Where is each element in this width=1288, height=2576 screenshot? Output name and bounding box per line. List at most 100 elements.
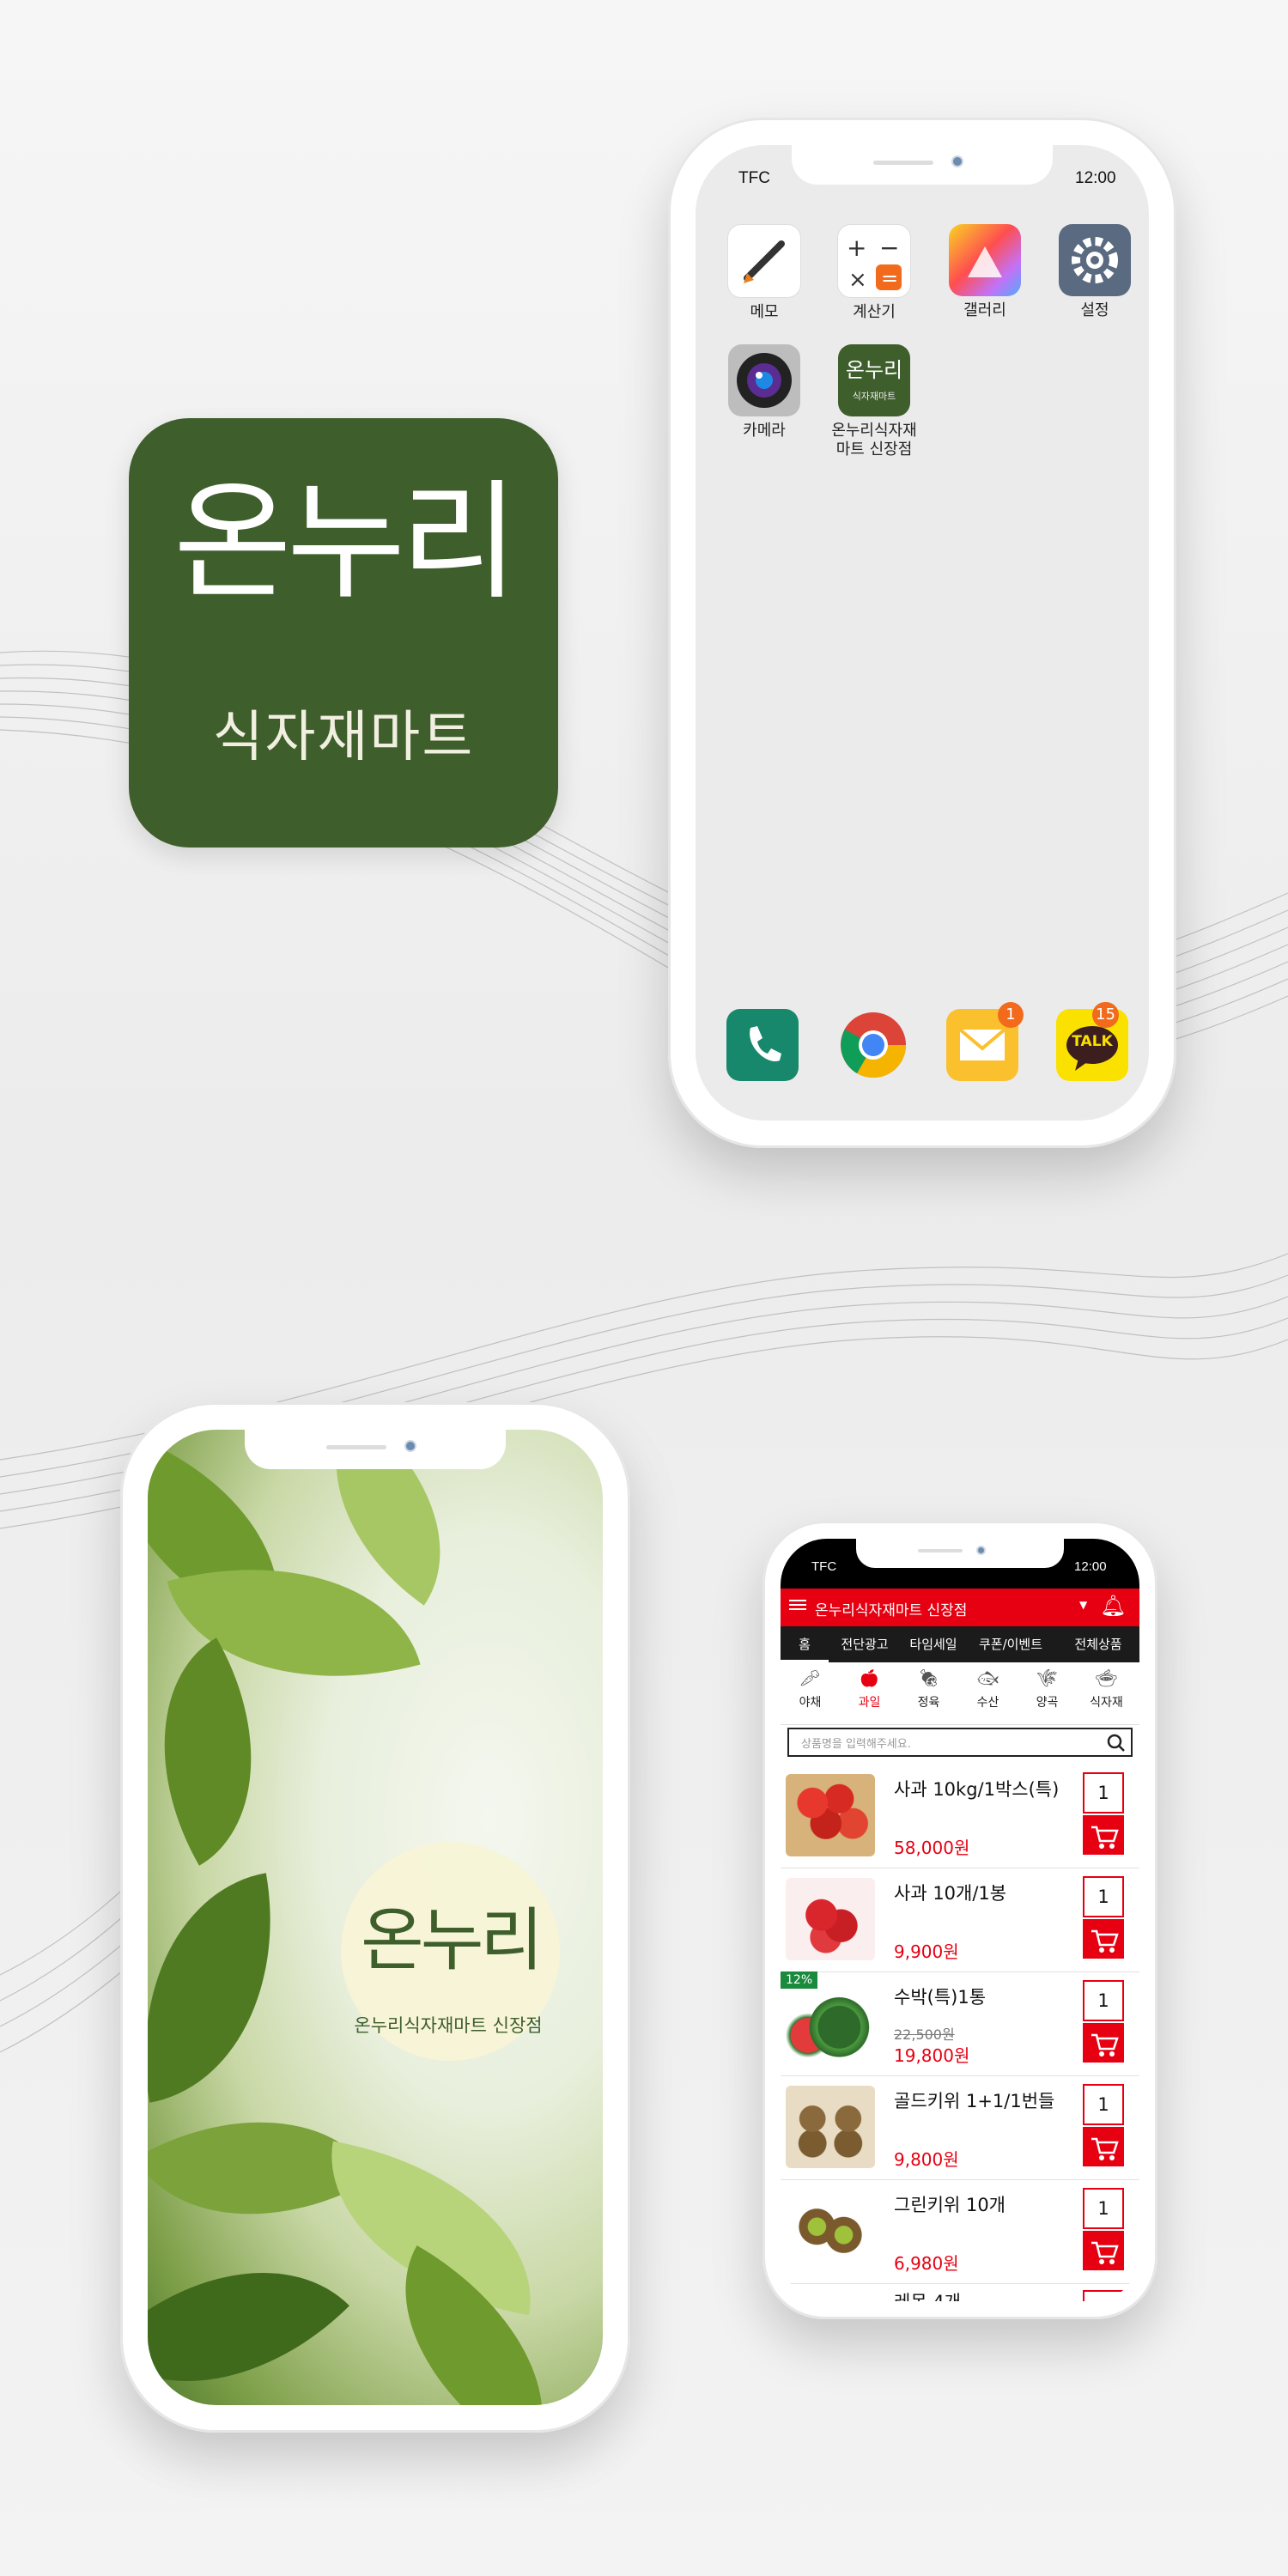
product-name: 수박(특)1통 xyxy=(894,1987,987,2008)
phone-icon[interactable] xyxy=(726,1009,799,1081)
cart-icon[interactable] xyxy=(1083,1815,1124,1855)
menu-icon[interactable] xyxy=(789,1597,806,1613)
notch xyxy=(245,1430,506,1469)
app-camera[interactable]: 카메라 xyxy=(717,344,811,440)
main-tabs: 홈 전단광고 타임세일 쿠폰/이벤트 전체상품 xyxy=(781,1626,1139,1662)
splash-subtitle: 온누리식자재마트 신장점 xyxy=(354,2015,543,2036)
category-fruit[interactable]: 🍎︎ 과일 xyxy=(840,1662,899,1724)
search-placeholder: 상품명을 입력해주세요. xyxy=(801,1738,911,1751)
chevron-down-icon[interactable]: ▼ xyxy=(1079,1599,1087,1611)
product-image xyxy=(786,2086,875,2168)
meat-icon: 🍖︎ xyxy=(917,1668,940,1688)
cart-icon[interactable] xyxy=(1083,2127,1124,2166)
category-vegetable[interactable]: 🥕︎ 야채 xyxy=(781,1662,840,1724)
search-icon[interactable] xyxy=(1107,1734,1126,1753)
category-meat[interactable]: 🍖︎ 정육 xyxy=(899,1662,958,1724)
app-calculator[interactable]: + − × = 계산기 xyxy=(827,224,921,322)
notch xyxy=(792,145,1053,185)
ingredients-icon: 🍲︎ xyxy=(1095,1668,1118,1688)
kakaotalk-badge: 15 xyxy=(1092,1002,1119,1028)
onnuri-icon-title: 온누리 xyxy=(845,358,903,382)
splash-screen: 온누리 온누리식자재마트 신장점 xyxy=(148,1430,603,2405)
product-image xyxy=(786,2293,875,2301)
category-grain[interactable]: 🌾︎ 양곡 xyxy=(1018,1662,1077,1724)
tab-all-products[interactable]: 전체상품 xyxy=(1057,1626,1139,1662)
svg-text:+: + xyxy=(847,234,866,262)
category-seafood[interactable]: 🐟︎ 수산 xyxy=(958,1662,1018,1724)
product-item[interactable]: 사과 10개/1봉 9,900원 1 xyxy=(781,1868,1139,1972)
tab-coupon-event[interactable]: 쿠폰/이벤트 xyxy=(968,1626,1054,1662)
store-title[interactable]: 온누리식자재마트 신장점 xyxy=(815,1598,967,1619)
app-label: 메모 xyxy=(750,303,779,321)
cart-icon[interactable] xyxy=(1083,1919,1124,1959)
product-image xyxy=(786,1774,875,1856)
app-label: 설정 xyxy=(1080,301,1109,319)
product-item[interactable]: 레몬 4개 1 xyxy=(781,2283,1139,2301)
speaker xyxy=(918,1549,963,1552)
gallery-icon xyxy=(949,224,1021,296)
onnuri-icon-sub: 식자재마트 xyxy=(852,391,896,402)
product-price: 9,800원 xyxy=(894,2149,959,2170)
svg-text:−: − xyxy=(879,234,899,262)
category-ingredients[interactable]: 🍲︎ 식자재 xyxy=(1077,1662,1136,1724)
camera-icon xyxy=(728,344,800,416)
search-input[interactable]: 상품명을 입력해주세요. xyxy=(787,1728,1133,1757)
quantity-field[interactable]: 1 xyxy=(1083,2290,1124,2301)
product-name: 사과 10kg/1박스(특) xyxy=(894,1779,1060,1800)
product-item[interactable]: 골드키위 1+1/1번들 9,800원 1 xyxy=(781,2075,1139,2180)
home-screen: TFC 12:00 메모 + − × = 계산기 갤러리 설정 카메라 온누리 … xyxy=(696,145,1149,1121)
grain-icon: 🌾︎ xyxy=(1036,1668,1059,1688)
svg-text:=: = xyxy=(881,266,898,290)
bell-icon[interactable]: 🔔︎ xyxy=(1100,1594,1126,1618)
category-label: 야채 xyxy=(799,1696,822,1710)
quantity-field[interactable]: 1 xyxy=(1083,1980,1124,2021)
calculator-icon: + − × = xyxy=(837,224,911,298)
category-label: 양곡 xyxy=(1036,1696,1059,1710)
app-label: 계산기 xyxy=(853,303,896,321)
product-item[interactable]: 12% 수박(특)1통 22,500원 19,800원 1 xyxy=(781,1971,1139,2076)
mail-icon[interactable]: 1 xyxy=(946,1002,1024,1081)
app-settings[interactable]: 설정 xyxy=(1048,224,1142,320)
product-price: 58,000원 xyxy=(894,1838,970,1858)
kakaotalk-icon[interactable]: TALK 15 xyxy=(1056,1002,1128,1081)
onnuri-app-icon: 온누리 식자재마트 xyxy=(838,344,910,416)
category-label: 식자재 xyxy=(1090,1696,1123,1710)
product-item[interactable]: 사과 10kg/1박스(특) 58,000원 1 xyxy=(781,1764,1139,1868)
discount-badge: 12% xyxy=(781,1971,818,1989)
status-time: 12:00 xyxy=(1074,1559,1107,1574)
cart-icon[interactable] xyxy=(1083,2023,1124,2063)
vegetable-icon: 🥕︎ xyxy=(799,1668,822,1688)
product-name: 사과 10개/1봉 xyxy=(894,1883,1007,1904)
quantity-field[interactable]: 1 xyxy=(1083,1772,1124,1814)
fish-icon: 🐟︎ xyxy=(976,1668,999,1688)
leaf-decoration xyxy=(148,2202,349,2405)
tab-time-sale[interactable]: 타임세일 xyxy=(899,1626,968,1662)
leaf-decoration xyxy=(148,1873,302,2103)
speaker xyxy=(326,1445,386,1449)
tab-home[interactable]: 홈 xyxy=(781,1626,829,1662)
product-name: 골드키위 1+1/1번들 xyxy=(894,2091,1055,2111)
cart-icon[interactable] xyxy=(1083,2231,1124,2270)
app-gallery[interactable]: 갤러리 xyxy=(938,224,1032,320)
product-price: 6,980원 xyxy=(894,2253,959,2274)
product-name: 레몬 4개 xyxy=(894,2288,961,2301)
notch xyxy=(856,1539,1064,1568)
quantity-field[interactable]: 1 xyxy=(1083,2188,1124,2229)
status-time: 12:00 xyxy=(1075,169,1116,187)
speaker xyxy=(873,161,933,165)
logo-title: 온누리 xyxy=(173,468,519,617)
category-label: 수산 xyxy=(976,1696,999,1710)
product-name: 그린키위 10개 xyxy=(894,2195,1005,2215)
camera-lens xyxy=(976,1546,986,1555)
app-label: 온누리식자재 마트 신장점 xyxy=(831,422,917,459)
camera-lens xyxy=(951,155,963,167)
app-onnuri[interactable]: 온누리 식자재마트 온누리식자재 마트 신장점 xyxy=(827,344,921,459)
quantity-field[interactable]: 1 xyxy=(1083,2084,1124,2125)
product-image xyxy=(786,1982,875,2064)
product-item[interactable]: 그린키위 10개 6,980원 1 xyxy=(781,2179,1139,2284)
chrome-icon[interactable] xyxy=(837,1009,909,1081)
tab-flyer[interactable]: 전단광고 xyxy=(830,1626,899,1662)
quantity-field[interactable]: 1 xyxy=(1083,1876,1124,1917)
product-image xyxy=(786,2190,875,2272)
app-memo[interactable]: 메모 xyxy=(717,224,811,322)
